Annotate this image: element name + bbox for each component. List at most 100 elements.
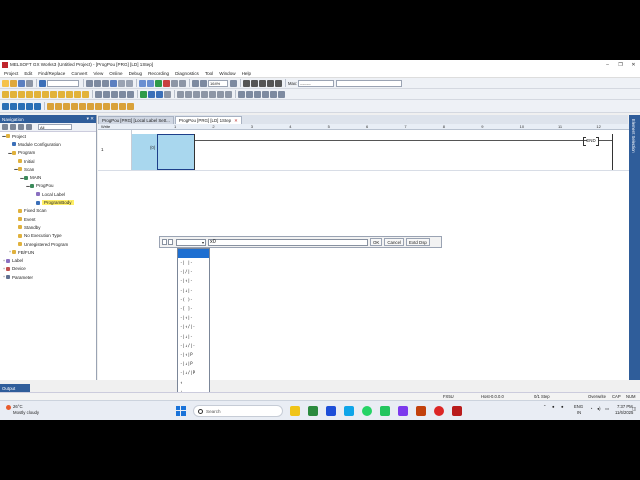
ladder-instruction-icon[interactable] [42, 90, 49, 98]
wifi-icon[interactable]: ◔ [590, 406, 593, 411]
output-tab[interactable]: Output [0, 384, 30, 392]
tree-item[interactable]: ▬ MAIN [0, 173, 96, 181]
block-icon-2[interactable] [185, 90, 192, 98]
zoom-in-icon[interactable] [200, 79, 207, 87]
tree-item[interactable]: Initial [0, 157, 96, 165]
end-instruction[interactable]: END [583, 137, 599, 146]
navigation-filter-combo[interactable]: All [38, 124, 72, 130]
tree-item[interactable]: ProgramBody [0, 198, 96, 206]
block-icon-4[interactable] [201, 90, 208, 98]
menu-convert[interactable]: Convert [71, 71, 87, 76]
ladder-read-icon[interactable] [10, 102, 17, 110]
nav-filter-icon[interactable] [18, 124, 24, 130]
instruction-input[interactable]: x0 [208, 238, 368, 246]
nav-settings-icon[interactable] [26, 124, 32, 130]
run-icon[interactable] [267, 79, 274, 87]
instruction-type-dropdown[interactable]: ▾ [176, 238, 206, 246]
tree-item[interactable]: Event [0, 215, 96, 223]
menu-online[interactable]: Online [109, 71, 122, 76]
menu-recording[interactable]: Recording [148, 71, 169, 76]
reset-icon[interactable] [275, 79, 282, 87]
instruction-option[interactable]: -|↓/|P [180, 370, 195, 375]
menu-project[interactable]: Project [4, 71, 18, 76]
ladder-rising-icon[interactable] [66, 90, 73, 98]
instruction-list-highlight[interactable] [178, 249, 209, 258]
note-icon[interactable] [127, 90, 134, 98]
print-icon[interactable] [26, 79, 33, 87]
tab-local-label-setting[interactable]: ProgPou [PRG] [Local Label Sett... [98, 116, 174, 124]
language-label[interactable]: ENG [574, 404, 583, 409]
zoom-combo[interactable]: 164% [208, 79, 228, 87]
clock-time[interactable]: 7:37 PM [617, 404, 633, 409]
teams-icon[interactable] [398, 406, 408, 416]
instruction-option[interactable]: -( )- [180, 297, 193, 302]
paste-icon[interactable] [102, 79, 109, 87]
find-icon[interactable] [118, 79, 125, 87]
tree-item[interactable]: ▬ Project [0, 132, 96, 140]
cross-reference-icon[interactable] [148, 90, 155, 98]
instruction-option[interactable]: -|↑|- [180, 278, 193, 283]
battery-icon[interactable]: ▭ [605, 406, 609, 411]
check-icon[interactable] [140, 90, 147, 98]
undo-icon[interactable] [39, 79, 46, 87]
convert-icon[interactable] [95, 90, 102, 98]
ladder-hline-icon[interactable] [50, 90, 57, 98]
tree-item[interactable]: ▬ ProgPou [0, 182, 96, 190]
tree-item[interactable]: ▬ Program [0, 149, 96, 157]
tray-overflow-icon[interactable]: ⌃ [543, 404, 547, 409]
maximize-button[interactable]: ❐ [614, 62, 627, 68]
powerpoint-icon[interactable] [416, 406, 426, 416]
ladder-parallel-open-icon[interactable] [18, 90, 25, 98]
taskbar-search[interactable]: Search [193, 405, 283, 417]
online-change-icon[interactable] [179, 79, 186, 87]
collapse-all-icon[interactable] [10, 124, 16, 130]
write-to-plc-icon[interactable] [139, 79, 146, 87]
app-icon-3[interactable] [326, 406, 336, 416]
menu-diagnostics[interactable]: Diagnostics [175, 71, 199, 76]
ok-button[interactable]: OK [370, 238, 383, 246]
monitor-stop-icon[interactable] [163, 79, 170, 87]
input-help-button[interactable] [168, 239, 173, 245]
instruction-option[interactable]: -|↓|- [180, 334, 193, 339]
f5-open-contact-icon[interactable] [47, 102, 54, 110]
tab-close-icon[interactable]: ✕ [234, 118, 238, 124]
read-from-plc-icon[interactable] [147, 79, 154, 87]
module-combo[interactable] [336, 79, 403, 87]
instruction-option[interactable]: -[ ]- [180, 306, 193, 311]
ladder-zoom-icon[interactable] [164, 90, 171, 98]
minimize-button[interactable]: – [601, 62, 614, 68]
menu-window[interactable]: Window [219, 71, 235, 76]
pin-icon[interactable]: ▾ ✕ [87, 116, 94, 122]
tree-item[interactable]: + Device [0, 265, 96, 273]
ladder-vline-icon[interactable] [58, 90, 65, 98]
zoom-out-icon[interactable] [192, 79, 199, 87]
menu-find-replace[interactable]: Find/Replace [38, 71, 65, 76]
speaker-icon[interactable]: ◂) [597, 406, 601, 411]
sf6-icon[interactable] [103, 102, 110, 110]
tree-item[interactable]: Standby [0, 223, 96, 231]
ladder-falling-icon[interactable] [74, 90, 81, 98]
instruction-option[interactable]: -|↓|P [180, 361, 193, 366]
tree-item[interactable]: + FB/FUN [0, 248, 96, 256]
ladder-parallel-close-icon[interactable] [26, 90, 33, 98]
notification-icon[interactable]: ◫ [632, 406, 636, 411]
menu-debug[interactable]: Debug [129, 71, 143, 76]
copy-icon[interactable] [94, 79, 101, 87]
sf9-icon[interactable] [127, 102, 134, 110]
zoom-fit-icon[interactable] [230, 79, 237, 87]
simulate-icon[interactable] [246, 90, 253, 98]
ladder-edit-icon[interactable] [2, 102, 9, 110]
instruction-option[interactable]: ↑ [180, 380, 183, 385]
step-icon[interactable] [259, 79, 266, 87]
tree-item[interactable]: No Execution Type [0, 232, 96, 240]
help-icon[interactable] [278, 90, 285, 98]
block-icon-3[interactable] [193, 90, 200, 98]
instruction-option[interactable]: -|↑|P [180, 352, 193, 357]
save-icon[interactable] [18, 79, 25, 87]
tree-item[interactable]: Fixed Scan [0, 207, 96, 215]
element-selection-pane[interactable]: Element Selection [629, 115, 640, 380]
expand-all-icon[interactable] [2, 124, 8, 130]
monitor-start-icon[interactable] [155, 79, 162, 87]
tool-icon[interactable] [270, 90, 277, 98]
menu-view[interactable]: View [93, 71, 103, 76]
